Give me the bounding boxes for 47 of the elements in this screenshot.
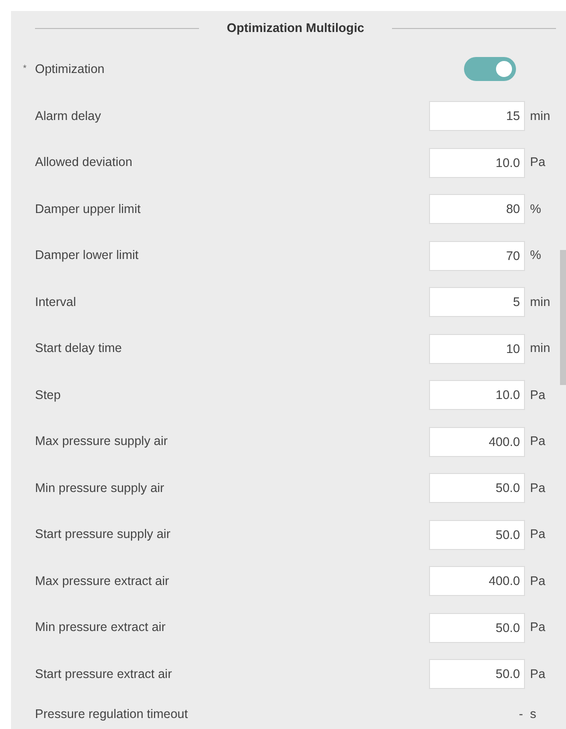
unit-label: min (529, 294, 552, 311)
required-mark: * (23, 62, 27, 75)
input-field[interactable]: 10.0 (429, 148, 525, 178)
unit-label: Pa (529, 433, 546, 450)
field-label: Optimization (35, 60, 104, 78)
unit-label: Pa (529, 386, 546, 404)
unit-label: Pa (529, 526, 546, 544)
field-label: Alarm delay (35, 108, 101, 125)
field-label: Pressure regulation timeout (35, 706, 188, 724)
unit-label: min (529, 340, 552, 358)
unit-label: Pa (529, 154, 546, 172)
input-field[interactable]: 50.0 (429, 520, 525, 550)
field-label: Allowed deviation (35, 154, 132, 172)
field-label: Max pressure supply air (35, 433, 168, 450)
input-field[interactable]: 400.0 (429, 426, 525, 457)
scrollbar[interactable] (560, 250, 566, 385)
field-value: - (518, 706, 523, 724)
input-field[interactable]: 10.0 (429, 380, 525, 410)
input-field[interactable]: 15 (429, 101, 525, 132)
section-title: Optimization Multilogic (226, 20, 364, 37)
field-label: Min pressure supply air (35, 480, 164, 497)
unit-label: % (529, 200, 542, 218)
field-label: Start pressure supply air (35, 526, 170, 544)
field-label: Damper lower limit (35, 247, 138, 264)
input-field[interactable]: 400.0 (429, 566, 525, 596)
field-label: Step (35, 386, 61, 404)
field-label: Start delay time (35, 340, 122, 358)
input-field[interactable]: 50.0 (429, 612, 525, 643)
unit-label: % (529, 247, 542, 264)
input-field[interactable]: 10 (429, 334, 525, 364)
input-field[interactable]: 80 (429, 194, 525, 224)
field-label: Start pressure extract air (35, 666, 172, 683)
unit-label: Pa (529, 666, 546, 683)
toggle-switch[interactable] (464, 57, 516, 81)
field-label: Damper upper limit (35, 200, 141, 218)
unit-label: Pa (529, 480, 546, 497)
input-field[interactable]: 50.0 (429, 473, 525, 504)
unit-label: Pa (529, 572, 546, 590)
unit-label: Pa (529, 619, 546, 636)
input-field[interactable]: 70 (429, 240, 525, 271)
field-label: Min pressure extract air (35, 619, 166, 636)
input-field[interactable]: 50.0 (429, 659, 525, 690)
unit-label: s (529, 706, 538, 724)
unit-label: min (529, 108, 552, 125)
field-label: Interval (35, 294, 76, 311)
field-label: Max pressure extract air (35, 572, 170, 590)
input-field[interactable]: 5 (429, 287, 525, 318)
